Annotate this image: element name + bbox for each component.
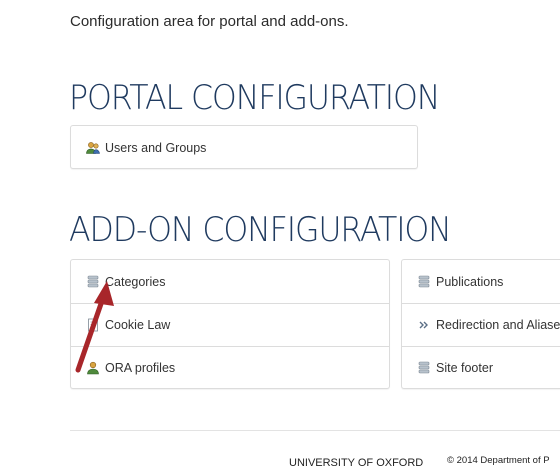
document-icon	[85, 317, 101, 333]
addon-panel-left: Categories Cookie Law ORA profiles	[70, 259, 390, 389]
portal-configuration-title: PORTAL CONFIGURATION	[69, 78, 440, 118]
database-icon	[85, 274, 101, 290]
redirection-and-aliases-label: Redirection and Aliases	[436, 318, 560, 332]
categories-label: Categories	[105, 274, 166, 289]
site-footer-link[interactable]: Site footer	[402, 346, 560, 389]
users-icon	[85, 140, 101, 156]
addon-panel-right: Publications Redirection and Aliases Sit…	[401, 259, 560, 389]
database-icon	[416, 274, 432, 290]
portal-panel: Users and Groups	[70, 125, 418, 169]
cookie-law-label: Cookie Law	[105, 318, 171, 332]
footer-copyright: © 2014 Department of P	[447, 455, 550, 466]
publications-label: Publications	[436, 274, 504, 289]
publications-link[interactable]: Publications	[402, 260, 560, 303]
cookie-law-link[interactable]: Cookie Law	[71, 303, 389, 346]
redirection-and-aliases-link[interactable]: Redirection and Aliases	[402, 303, 560, 346]
users-and-groups-link[interactable]: Users and Groups	[71, 126, 417, 169]
database-icon	[416, 360, 432, 376]
users-and-groups-label: Users and Groups	[105, 140, 207, 155]
footer-university: UNIVERSITY OF OXFORD	[289, 457, 424, 469]
ora-profiles-label: ORA profiles	[105, 361, 176, 375]
intro-text: Configuration area for portal and add-on…	[70, 13, 349, 30]
site-footer-label: Site footer	[436, 361, 493, 375]
user-icon	[85, 360, 101, 376]
double-chevron-icon	[416, 317, 432, 333]
ora-profiles-link[interactable]: ORA profiles	[71, 346, 389, 389]
footer-divider	[70, 430, 560, 431]
categories-link[interactable]: Categories	[71, 260, 389, 303]
addon-configuration-title: ADD-ON CONFIGURATION	[69, 210, 452, 250]
